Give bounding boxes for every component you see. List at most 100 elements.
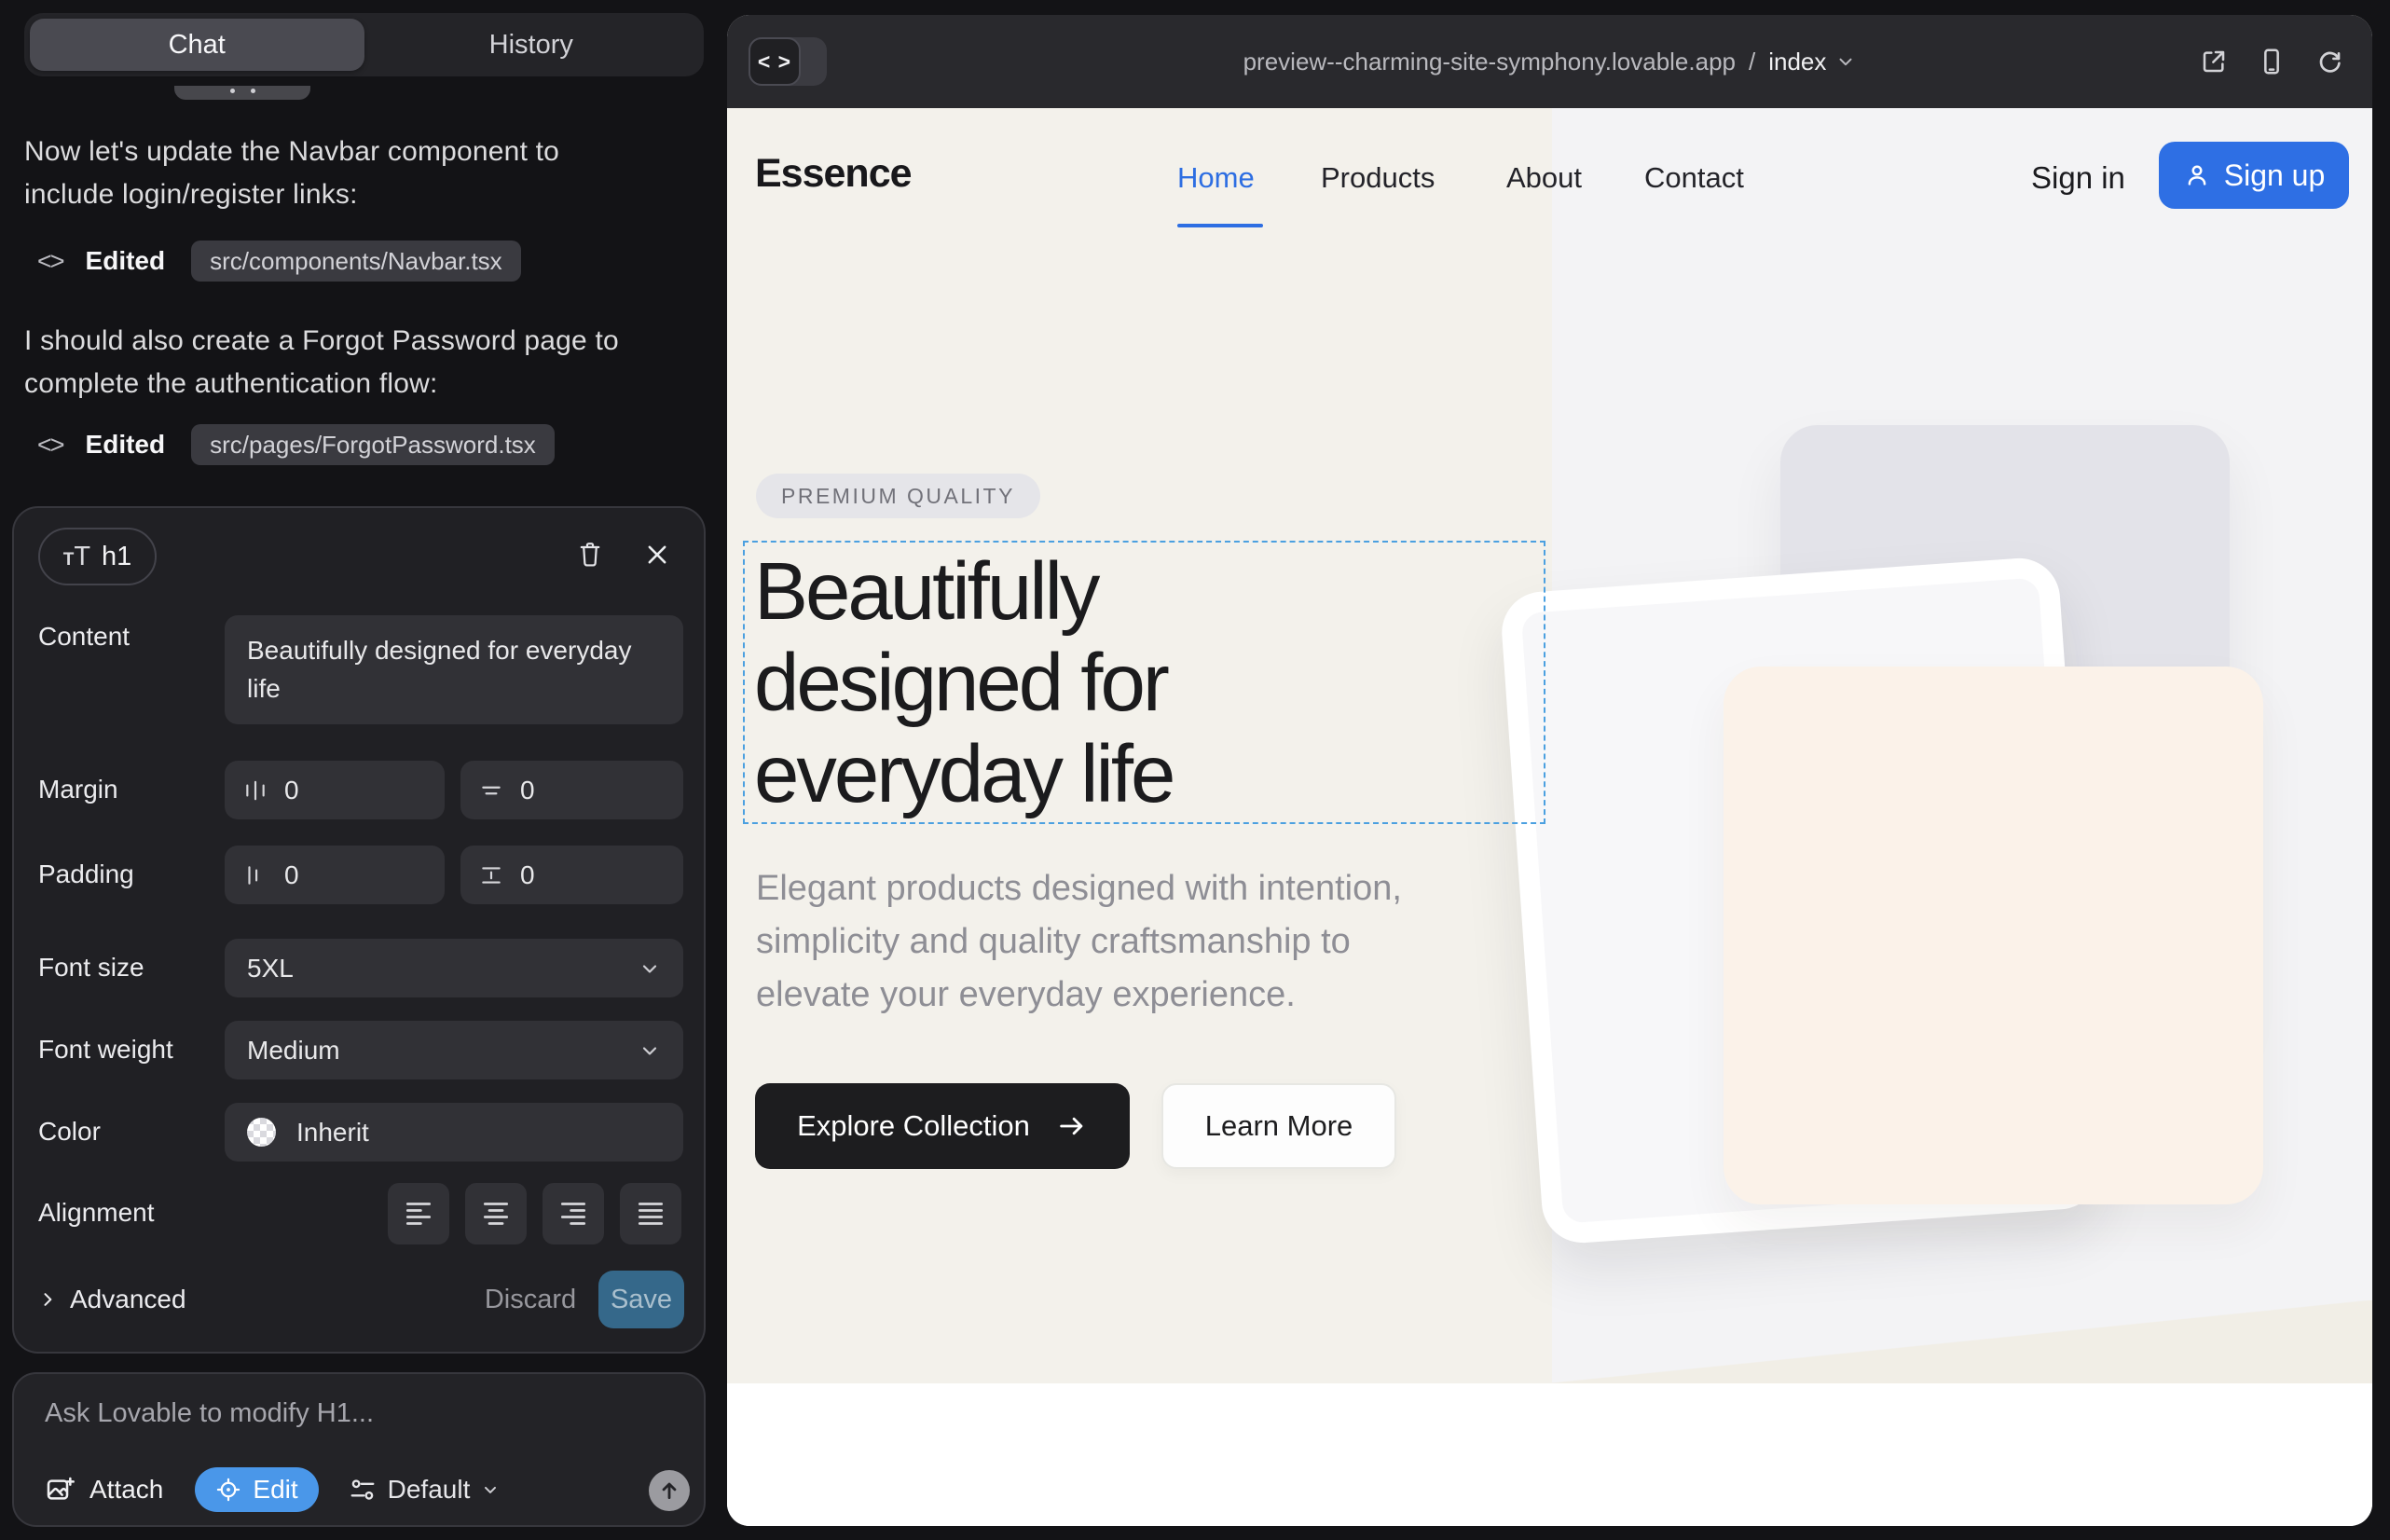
font-size-select[interactable]: 5XL xyxy=(225,939,683,997)
padding-x-input[interactable] xyxy=(284,860,359,890)
content-label: Content xyxy=(38,622,130,652)
content-input[interactable]: Beautifully designed for everyday life xyxy=(225,615,683,724)
tab-chat[interactable]: Chat xyxy=(30,19,364,71)
composer-toolbar: Attach Edit Default xyxy=(45,1466,500,1513)
align-right-button[interactable] xyxy=(543,1183,604,1244)
align-left-button[interactable] xyxy=(388,1183,449,1244)
decor-card-beige xyxy=(1724,667,2263,1204)
dot xyxy=(251,89,255,93)
url-bar[interactable]: preview--charming-site-symphony.lovable.… xyxy=(727,15,2372,108)
site-logo[interactable]: Essence xyxy=(755,151,912,197)
discard-button[interactable]: Discard xyxy=(479,1271,582,1328)
refresh-icon[interactable] xyxy=(2314,47,2344,76)
nav-link-contact[interactable]: Contact xyxy=(1644,161,1744,195)
hero-heading-line: designed for xyxy=(754,638,1173,729)
chat-message-line: I should also create a Forgot Password p… xyxy=(24,320,686,363)
edit-mode-button[interactable]: Edit xyxy=(195,1467,318,1512)
tab-history[interactable]: History xyxy=(364,19,699,71)
arrow-right-icon xyxy=(1056,1110,1088,1142)
chevron-down-icon xyxy=(481,1480,500,1499)
advanced-toggle[interactable]: Advanced xyxy=(38,1271,186,1328)
chat-message: Now let's update the Navbar component to… xyxy=(24,131,686,216)
save-button[interactable]: Save xyxy=(598,1271,684,1328)
hero-badge: PREMIUM QUALITY xyxy=(756,474,1040,518)
explore-collection-label: Explore Collection xyxy=(797,1109,1030,1143)
align-center-button[interactable] xyxy=(465,1183,527,1244)
edit-mode-label: Edit xyxy=(253,1475,297,1505)
padding-y-field[interactable] xyxy=(460,846,683,904)
align-justify-button[interactable] xyxy=(620,1183,681,1244)
composer-input[interactable] xyxy=(45,1398,651,1429)
nav-link-products[interactable]: Products xyxy=(1321,161,1435,195)
chevron-down-icon xyxy=(639,957,661,980)
nav-active-underline xyxy=(1177,224,1263,227)
nav-link-home[interactable]: Home xyxy=(1177,161,1255,195)
hero-description-line: Elegant products designed with intention… xyxy=(756,862,1402,915)
url-domain: preview--charming-site-symphony.lovable.… xyxy=(1243,48,1736,76)
chat-history-tabbar: Chat History xyxy=(24,13,704,76)
padding-x-field[interactable] xyxy=(225,846,445,904)
nav-link-about[interactable]: About xyxy=(1506,161,1582,195)
edited-file-chip[interactable]: src/pages/ForgotPassword.tsx xyxy=(191,424,555,465)
padding-label: Padding xyxy=(38,859,134,889)
hero-heading-line: Beautifully xyxy=(754,546,1173,638)
advanced-label: Advanced xyxy=(70,1285,186,1314)
padding-y-input[interactable] xyxy=(520,860,595,890)
dot xyxy=(230,89,235,93)
target-icon xyxy=(215,1477,241,1503)
send-button[interactable] xyxy=(649,1470,690,1511)
url-path: index xyxy=(1768,48,1826,76)
margin-x-field[interactable] xyxy=(225,761,445,819)
learn-more-button[interactable]: Learn More xyxy=(1161,1083,1396,1169)
hero-description: Elegant products designed with intention… xyxy=(756,862,1402,1022)
align-justify-icon xyxy=(638,1202,664,1226)
align-center-icon xyxy=(483,1202,509,1226)
align-right-icon xyxy=(560,1202,586,1226)
attach-button[interactable]: Attach xyxy=(89,1475,163,1505)
color-select[interactable]: Inherit xyxy=(225,1103,683,1162)
align-left-icon xyxy=(405,1202,432,1226)
sign-up-button[interactable]: Sign up xyxy=(2159,142,2349,209)
selected-h1-outline[interactable]: Beautifully designed for everyday life xyxy=(743,541,1545,824)
sign-in-link[interactable]: Sign in xyxy=(2031,160,2125,196)
code-icon: <> xyxy=(37,431,63,460)
user-icon xyxy=(2183,161,2211,189)
explore-collection-button[interactable]: Explore Collection xyxy=(755,1083,1130,1169)
mode-select[interactable]: Default xyxy=(349,1475,501,1505)
delete-element-button[interactable] xyxy=(570,534,611,575)
color-label: Color xyxy=(38,1117,101,1147)
margin-x-input[interactable] xyxy=(284,776,359,805)
mobile-preview-icon[interactable] xyxy=(2257,47,2287,76)
trash-icon xyxy=(576,540,604,570)
close-editor-button[interactable] xyxy=(637,534,678,575)
margin-y-field[interactable] xyxy=(460,761,683,819)
margin-y-input[interactable] xyxy=(520,776,595,805)
chat-message: I should also create a Forgot Password p… xyxy=(24,320,686,406)
edited-file-row: <> Edited src/pages/ForgotPassword.tsx xyxy=(37,424,555,465)
url-separator: / xyxy=(1749,48,1755,76)
hero-background-wedge xyxy=(1552,1300,2372,1383)
attach-icon xyxy=(45,1475,75,1505)
font-weight-select[interactable]: Medium xyxy=(225,1021,683,1079)
margin-label: Margin xyxy=(38,775,118,804)
app-window: Chat History Now let's update the Navbar… xyxy=(0,0,2390,1540)
arrow-up-icon xyxy=(657,1478,681,1503)
margin-horizontal-icon xyxy=(243,778,268,803)
element-tag-pill: TT h1 xyxy=(38,528,157,585)
padding-vertical-icon xyxy=(479,863,503,887)
edited-label: Edited xyxy=(86,246,166,276)
edited-file-chip[interactable]: src/components/Navbar.tsx xyxy=(191,241,521,282)
close-icon xyxy=(644,542,670,568)
chevron-down-icon xyxy=(639,1039,661,1062)
mode-label: Default xyxy=(388,1475,471,1505)
open-external-icon[interactable] xyxy=(2199,47,2229,76)
typography-icon: TT xyxy=(63,543,90,571)
chevron-down-icon xyxy=(1835,51,1856,72)
chat-message-line: include login/register links: xyxy=(24,173,686,216)
color-swatch xyxy=(247,1118,276,1147)
element-tag-label: h1 xyxy=(102,542,131,572)
margin-vertical-icon xyxy=(479,778,503,803)
edited-file-row: <> Edited src/components/Navbar.tsx xyxy=(37,241,521,282)
code-icon: <> xyxy=(37,247,63,276)
preview-browser-panel: < > preview--charming-site-symphony.lova… xyxy=(727,15,2372,1526)
